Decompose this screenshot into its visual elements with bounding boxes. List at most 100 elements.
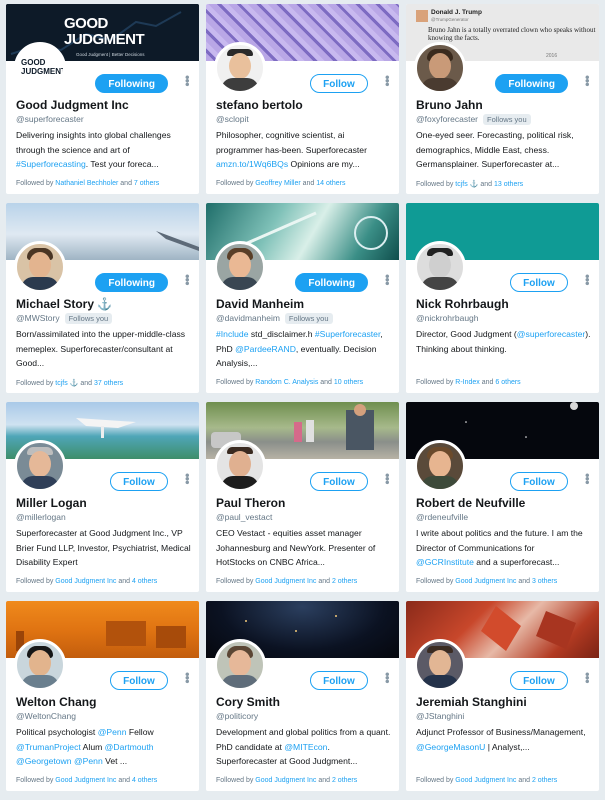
follow-button[interactable]: Follow (110, 671, 168, 690)
profile-card[interactable]: Follow ••• Nick Rohrbaugh @nickrohrbaugh… (406, 203, 599, 393)
profile-name-text[interactable]: stefano bertolo (216, 98, 303, 112)
profile-name-text[interactable]: Jeremiah Stanghini (416, 695, 527, 709)
followed-by-others[interactable]: 6 others (495, 379, 520, 386)
profile-name-text[interactable]: Paul Theron (216, 496, 285, 510)
avatar[interactable] (14, 241, 66, 293)
follow-button[interactable]: Follow (310, 472, 368, 491)
bio-link[interactable]: @Penn (74, 756, 103, 766)
follow-button[interactable]: Follow (510, 472, 568, 491)
following-button[interactable]: Following (495, 74, 568, 93)
profile-name[interactable]: Miller Logan (16, 496, 87, 510)
profile-handle[interactable]: @millerlogan (16, 512, 66, 522)
followed-by-user[interactable]: Good Judgment Inc (55, 777, 116, 784)
profile-card[interactable]: Following ••• Michael Story ⚓ @MWStory Fo… (6, 203, 199, 393)
bio-link[interactable]: @MITEcon (284, 742, 327, 752)
bio-link[interactable]: amzn.to/1Wq6BQs (216, 159, 288, 169)
bio-link[interactable]: @Penn (98, 727, 127, 737)
more-vertical-icon[interactable]: ••• (579, 473, 595, 489)
avatar[interactable] (214, 639, 266, 691)
bio-link[interactable]: @TrumanProject (16, 742, 81, 752)
profile-name-text[interactable]: Michael Story (16, 297, 94, 311)
avatar[interactable] (214, 42, 266, 94)
followed-by-others[interactable]: 3 others (532, 578, 557, 585)
follow-button[interactable]: Follow (510, 671, 568, 690)
profile-card[interactable]: Following ••• David Manheim @davidmanhei… (206, 203, 399, 393)
following-button[interactable]: Following (95, 273, 168, 292)
more-vertical-icon[interactable]: ••• (379, 75, 395, 91)
follow-button[interactable]: Follow (110, 472, 168, 491)
avatar[interactable] (414, 241, 466, 293)
profile-name[interactable]: David Manheim (216, 297, 304, 311)
followed-by-others[interactable]: 2 others (332, 578, 357, 585)
following-button[interactable]: Following (295, 273, 368, 292)
profile-card[interactable]: Follow ••• stefano bertolo @sclopit Phil… (206, 4, 399, 194)
followed-by-others[interactable]: 10 others (334, 379, 363, 386)
profile-name[interactable]: Cory Smith (216, 695, 280, 709)
follow-button[interactable]: Follow (310, 74, 368, 93)
follow-button[interactable]: Follow (310, 671, 368, 690)
profile-handle[interactable]: @davidmanheim (216, 313, 280, 323)
followed-by-others[interactable]: 37 others (94, 380, 123, 387)
avatar[interactable] (414, 42, 466, 94)
bio-link[interactable]: @Dartmouth (105, 742, 154, 752)
bio-link[interactable]: #Include (216, 329, 249, 339)
profile-handle[interactable]: @rdeneufville (416, 512, 468, 522)
followed-by-user[interactable]: R-Index (455, 379, 480, 386)
profile-name[interactable]: Michael Story ⚓ (16, 297, 112, 311)
profile-name-text[interactable]: Bruno Jahn (416, 98, 483, 112)
followed-by-user[interactable]: Geoffrey Miller (255, 180, 300, 187)
profile-name[interactable]: Paul Theron (216, 496, 285, 510)
profile-handle[interactable]: @politicory (216, 711, 258, 721)
profile-name[interactable]: Nick Rohrbaugh (416, 297, 509, 311)
more-vertical-icon[interactable]: ••• (179, 672, 195, 688)
profile-name-text[interactable]: Cory Smith (216, 695, 280, 709)
profile-card[interactable]: Follow ••• Robert de Neufville @rdeneufv… (406, 402, 599, 592)
following-button[interactable]: Following (95, 74, 168, 93)
more-vertical-icon[interactable]: ••• (179, 473, 195, 489)
bio-link[interactable]: @GeorgeMasonU (416, 742, 485, 752)
followed-by-others[interactable]: 2 others (332, 777, 357, 784)
profile-name-text[interactable]: Good Judgment Inc (16, 98, 129, 112)
bio-link[interactable]: @superforecaster (517, 329, 585, 339)
more-vertical-icon[interactable]: ••• (379, 274, 395, 290)
followed-by-others[interactable]: 14 others (316, 180, 345, 187)
followed-by-user[interactable]: Good Judgment Inc (255, 578, 316, 585)
followed-by-user[interactable]: Good Judgment Inc (455, 578, 516, 585)
profile-name-text[interactable]: Nick Rohrbaugh (416, 297, 509, 311)
followed-by-others[interactable]: 13 others (494, 181, 523, 188)
avatar[interactable] (214, 241, 266, 293)
profile-name-text[interactable]: Miller Logan (16, 496, 87, 510)
bio-link[interactable]: #Superforecasting (16, 159, 86, 169)
profile-name-text[interactable]: David Manheim (216, 297, 304, 311)
followed-by-others[interactable]: 2 others (532, 777, 557, 784)
followed-by-others[interactable]: 4 others (132, 777, 157, 784)
followed-by-user[interactable]: Good Judgment Inc (455, 777, 516, 784)
profile-card[interactable]: Follow ••• Jeremiah Stanghini @JStanghin… (406, 601, 599, 791)
profile-handle[interactable]: @nickrohrbaugh (416, 313, 479, 323)
profile-handle[interactable]: @MWStory (16, 313, 60, 323)
bio-link[interactable]: @Georgetown (16, 756, 72, 766)
profile-handle[interactable]: @superforecaster (16, 114, 84, 124)
more-vertical-icon[interactable]: ••• (379, 672, 395, 688)
followed-by-others[interactable]: 7 others (134, 180, 159, 187)
profile-handle[interactable]: @foxyforecaster (416, 114, 478, 124)
followed-by-user[interactable]: Good Judgment Inc (55, 578, 116, 585)
profile-name-text[interactable]: Robert de Neufville (416, 496, 525, 510)
more-vertical-icon[interactable]: ••• (579, 75, 595, 91)
profile-card[interactable]: Follow ••• Paul Theron @paul_vestact CEO… (206, 402, 399, 592)
profile-name[interactable]: stefano bertolo (216, 98, 303, 112)
avatar[interactable] (414, 639, 466, 691)
avatar[interactable]: GOOD JUDGMENT (14, 42, 66, 94)
profile-card[interactable]: GOOD JUDGMENT Good Judgment | Better Dec… (6, 4, 199, 194)
profile-handle[interactable]: @WeltonChang (16, 711, 76, 721)
profile-name[interactable]: Jeremiah Stanghini (416, 695, 527, 709)
bio-link[interactable]: @PardeeRAND (235, 344, 296, 354)
followed-by-user[interactable]: tcjfs ⚓ (55, 380, 78, 387)
bio-link[interactable]: @GCRInstitute (416, 557, 474, 567)
more-vertical-icon[interactable]: ••• (179, 75, 195, 91)
follow-button[interactable]: Follow (510, 273, 568, 292)
profile-name[interactable]: Bruno Jahn (416, 98, 483, 112)
followed-by-user[interactable]: Random C. Analysis (255, 379, 318, 386)
profile-handle[interactable]: @paul_vestact (216, 512, 272, 522)
avatar[interactable] (14, 440, 66, 492)
